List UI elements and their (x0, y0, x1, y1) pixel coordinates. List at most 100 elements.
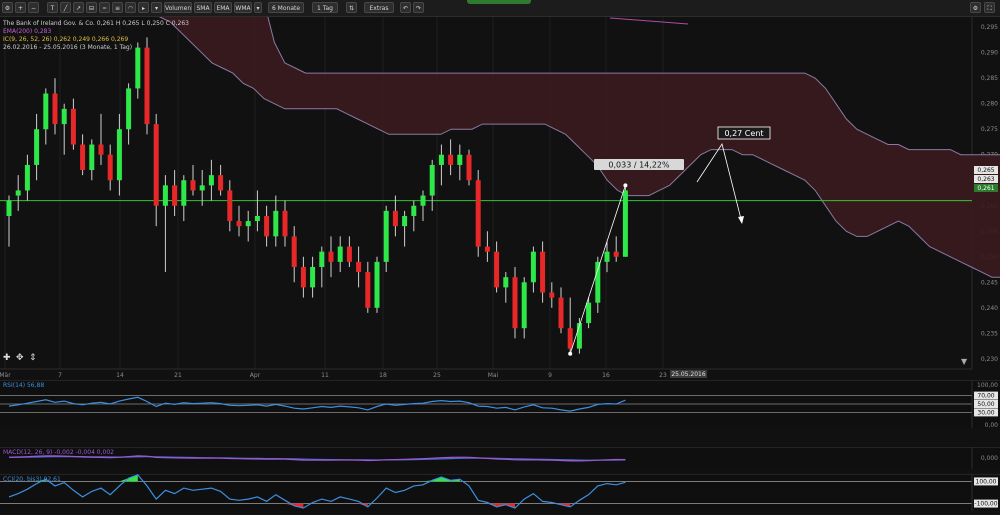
price-chart[interactable]: 0,2300,2350,2400,2450,2500,2550,2600,265… (0, 17, 1000, 379)
candle-body (135, 47, 141, 89)
date-badge-text: 25.05.2016 (671, 371, 706, 378)
candle-body (356, 261, 362, 273)
settings-icon[interactable]: ⚙ (2, 2, 13, 13)
fullscreen-icon[interactable]: ⛶ (984, 2, 995, 13)
legend-instrument: The Bank of Ireland Gov. & Co. 0,261 H 0… (3, 20, 189, 27)
y-tick-label: 0,280 (981, 101, 998, 108)
candle-body (162, 185, 168, 206)
candle-body (43, 93, 49, 130)
price-chart-pane[interactable]: 0,2300,2350,2400,2450,2500,2550,2600,265… (0, 17, 1000, 379)
horizontal-line-icon[interactable]: ┅ (99, 2, 110, 13)
candle-body (494, 251, 500, 288)
candle-body (300, 266, 306, 288)
zoom-out-icon[interactable]: − (28, 2, 39, 13)
candle-body (291, 236, 297, 267)
candle-body (558, 297, 564, 329)
undo-icon[interactable]: ↶ (400, 2, 411, 13)
candle-body (595, 261, 601, 303)
candle-body (420, 195, 426, 206)
scroll-down-icon[interactable]: ▼ (961, 357, 967, 366)
trendline-tool-icon[interactable]: ╱ (60, 2, 71, 13)
redo-icon[interactable]: ↷ (413, 2, 424, 13)
candle-body (144, 47, 150, 125)
candle-body (475, 180, 481, 247)
candle-body (586, 302, 592, 324)
zoom-in-icon[interactable]: + (15, 2, 26, 13)
candle-body (613, 251, 619, 257)
fibonacci-icon[interactable]: ≡ (112, 2, 123, 13)
candle-body (365, 272, 371, 308)
wma-button[interactable]: WMA (234, 2, 252, 13)
x-tick-label: 9 (548, 372, 552, 379)
candle-body (80, 144, 86, 171)
candle-body (208, 175, 214, 186)
level-tag-text: 30,00 (977, 409, 994, 416)
level-tag-text: 100,00 (976, 478, 997, 485)
cent-text: 0,27 Cent (724, 129, 763, 138)
candle-body (319, 251, 325, 267)
sma-button[interactable]: SMA (194, 2, 212, 13)
candle-body (98, 144, 104, 155)
move-pane-icon[interactable]: ✥ (16, 353, 24, 363)
candle-body (245, 221, 251, 227)
candle-body (540, 251, 546, 293)
cci-pane[interactable]: 100,00 -100,00 (0, 474, 1000, 511)
candle-body (383, 210, 389, 262)
macd-pane[interactable]: 0,000 (0, 447, 1000, 469)
candle-body (190, 180, 196, 191)
candle-body (466, 154, 472, 181)
volume-button[interactable]: Volumen (164, 2, 192, 13)
candle-body (549, 292, 555, 298)
x-tick-label: 11 (321, 372, 329, 379)
level-tag-text: 50,00 (977, 401, 994, 408)
candle-body (218, 175, 224, 191)
y-tick-label: 0,235 (981, 330, 998, 337)
candle-body (512, 277, 518, 329)
measure-end-point (623, 183, 628, 188)
candle-body (89, 144, 95, 171)
collapse-pane-icon[interactable]: ⇕ (29, 353, 37, 363)
pane-axis-label: 0,00 (985, 422, 999, 428)
period-select[interactable]: 6 Monate (268, 2, 304, 13)
candle-body (622, 190, 628, 257)
ray-tool-icon[interactable]: ↗ (73, 2, 84, 13)
text-tool-icon[interactable]: T (47, 2, 58, 13)
candle-body (264, 215, 270, 237)
rsi-pane[interactable]: 70,0050,0030,00 100,00 0,00 (0, 380, 1000, 428)
candle-body (411, 205, 417, 216)
candle-body (521, 282, 527, 329)
arc-tool-icon[interactable]: ◠ (125, 2, 136, 13)
cci-label: CCI(20, bis3) 92,61 (3, 476, 61, 483)
gear-icon[interactable]: ⚙ (970, 2, 981, 13)
x-tick-label: 18 (379, 372, 387, 379)
interval-select[interactable]: 1 Tag (312, 2, 338, 13)
candle-body (374, 261, 380, 308)
candle-body (310, 266, 316, 288)
level-tag-text: 70,00 (977, 393, 994, 400)
pane-axis-label: 0,000 (981, 455, 998, 462)
candle-body (273, 210, 279, 237)
candle-body (107, 154, 113, 181)
x-tick-label: Apr (250, 372, 261, 379)
compare-icon[interactable]: ⇅ (346, 2, 357, 13)
more-tools-icon[interactable]: ▾ (151, 2, 162, 13)
add-pane-icon[interactable]: ✚ (3, 353, 11, 363)
candle-body (126, 88, 132, 130)
candle-body (530, 251, 536, 283)
candle-body (448, 154, 454, 165)
y-tick-label: 0,285 (981, 75, 998, 82)
y-tick-label: 0,290 (981, 50, 998, 57)
ema-button[interactable]: EMA (214, 2, 232, 13)
y-tick-label: 0,230 (981, 356, 998, 363)
arrow-tool-icon[interactable]: ▸ (138, 2, 149, 13)
channel-tool-icon[interactable]: ⊟ (86, 2, 97, 13)
tab-indicator (467, 0, 531, 4)
candle-body (254, 215, 260, 222)
extras-button[interactable]: Extras (364, 2, 394, 13)
price-tag-text: 0,263 (977, 176, 994, 183)
x-tick-label: Mär (0, 372, 11, 379)
x-tick-label: 25 (433, 372, 441, 379)
ma-more-icon[interactable]: ▾ (254, 2, 262, 13)
candle-body (6, 200, 12, 216)
candle-body (116, 129, 122, 181)
